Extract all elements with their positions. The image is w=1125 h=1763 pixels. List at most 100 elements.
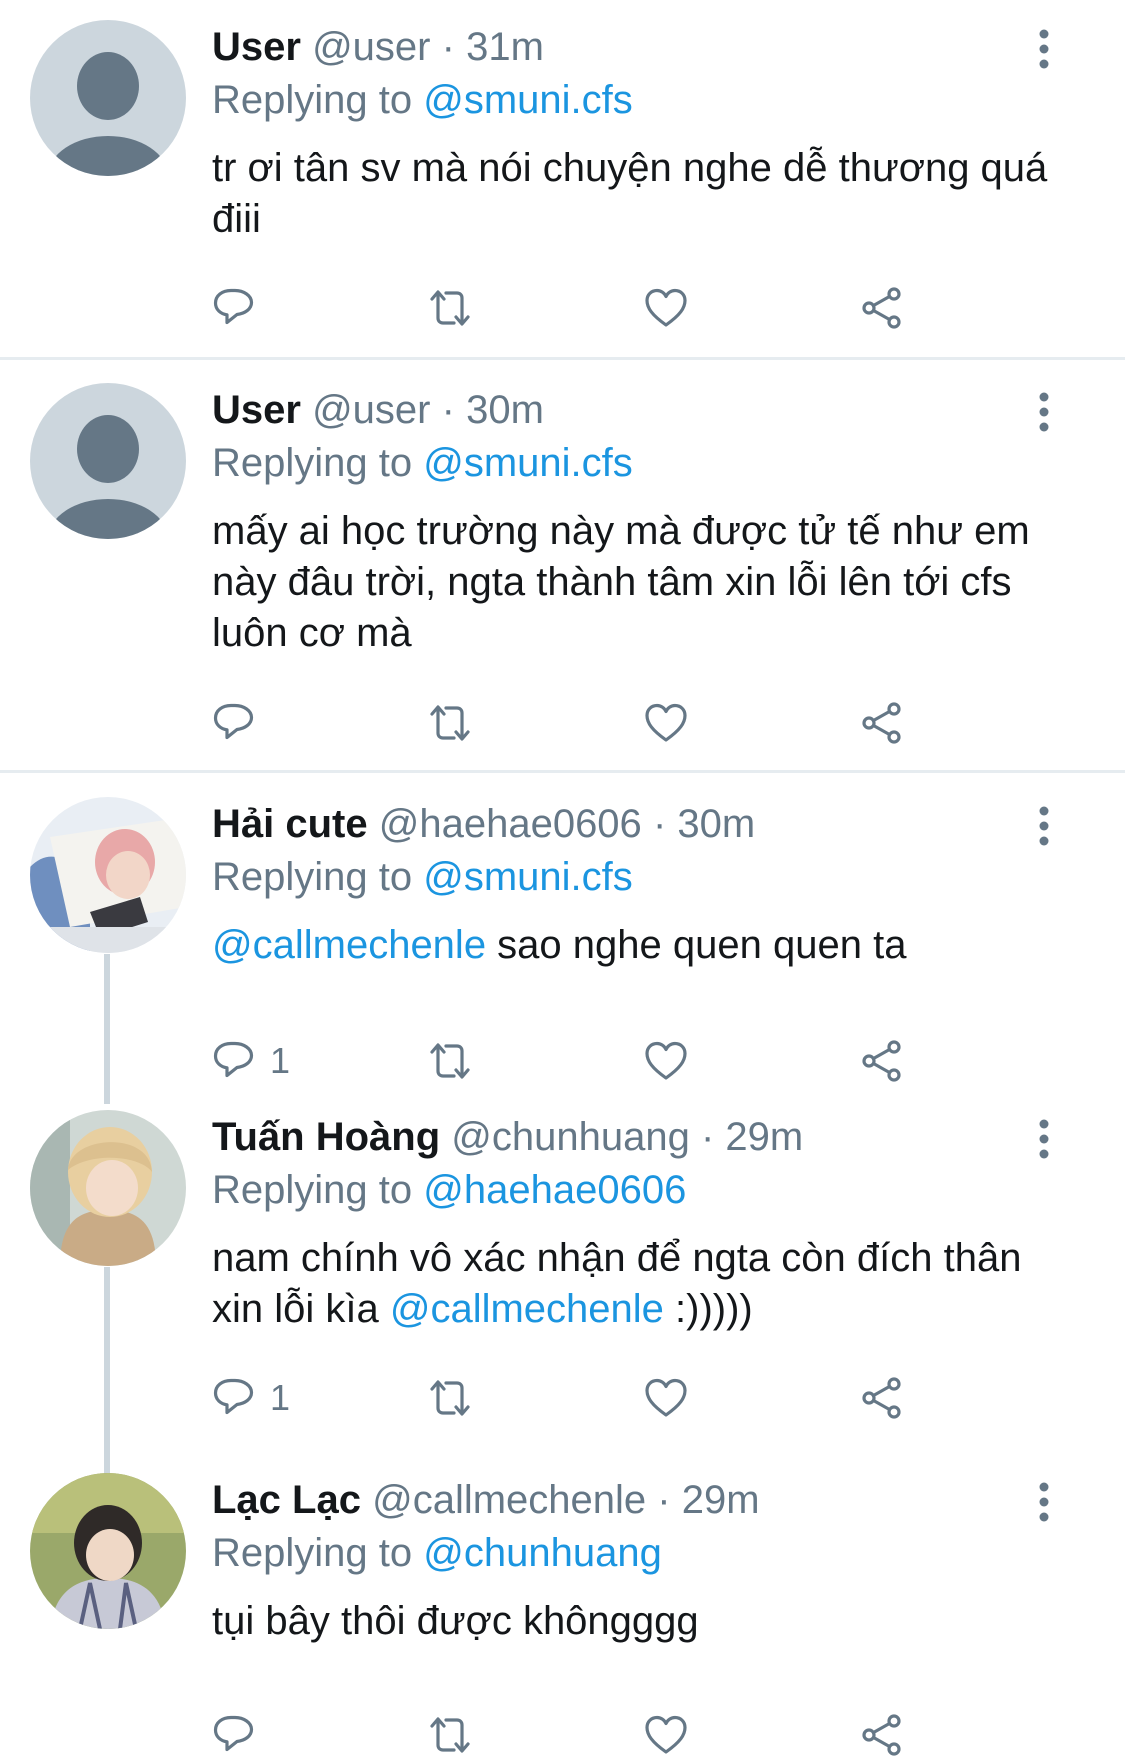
tweet-text: tụi bây thôi được khôngggg	[212, 1599, 699, 1643]
more-icon[interactable]	[1030, 392, 1058, 432]
action-bar: 1	[210, 1033, 930, 1089]
retweet-icon	[430, 1043, 470, 1079]
avatar[interactable]	[30, 383, 186, 539]
replying-to-link[interactable]: @haehae0606	[423, 1168, 686, 1212]
share-icon	[862, 1040, 901, 1082]
reply-button[interactable]	[210, 695, 258, 751]
retweet-icon	[430, 290, 470, 326]
share-button[interactable]	[858, 695, 906, 751]
retweet-button[interactable]	[426, 1370, 474, 1426]
dot-separator: ·	[700, 1115, 715, 1159]
mention-link[interactable]: @callmechenle	[390, 1287, 664, 1331]
like-icon	[645, 1378, 687, 1417]
reply-count: 1	[270, 1040, 291, 1081]
tweet-text: tr ơi tân sv mà nói chuyện nghe dễ thươn…	[212, 146, 1048, 241]
timestamp[interactable]: 31m	[466, 25, 544, 69]
like-button[interactable]	[642, 280, 690, 336]
like-icon	[645, 703, 687, 742]
share-button[interactable]	[858, 1370, 906, 1426]
reply-button[interactable]: 1	[210, 1370, 290, 1426]
more-icon[interactable]	[1030, 1119, 1058, 1159]
avatar[interactable]	[30, 1473, 186, 1629]
like-button[interactable]	[642, 1707, 690, 1763]
like-icon	[645, 1715, 687, 1754]
dot-separator: ·	[441, 388, 455, 432]
tweet-text: mấy ai học trường này mà được tử tế như …	[212, 509, 1030, 655]
tweet-text: @callmechenle sao nghe quen quen ta	[212, 920, 1072, 971]
replying-prefix: Replying to	[212, 1168, 413, 1212]
replying-prefix: Replying to	[212, 855, 413, 899]
dot-separator: ·	[657, 1478, 671, 1522]
replying-to-link[interactable]: @chunhuang	[423, 1531, 662, 1575]
replying-to: Replying to @smuni.cfs	[212, 76, 633, 124]
retweet-icon	[430, 1717, 470, 1753]
thread-line	[104, 1267, 110, 1477]
replying-to: Replying to @chunhuang	[212, 1529, 662, 1577]
reply-icon	[213, 1041, 254, 1078]
handle[interactable]: @haehae0606	[379, 802, 642, 846]
like-button[interactable]	[642, 1033, 690, 1089]
replying-to: Replying to @smuni.cfs	[212, 439, 633, 487]
reply-icon	[213, 1378, 254, 1415]
avatar[interactable]	[30, 1110, 186, 1266]
replying-to-link[interactable]: @smuni.cfs	[423, 78, 633, 122]
mention-link[interactable]: @callmechenle	[212, 923, 486, 967]
like-icon	[645, 288, 687, 327]
tweet-header: Hải cute @haehae0606 · 30m	[212, 800, 755, 848]
display-name[interactable]: Tuấn Hoàng	[212, 1115, 440, 1159]
share-button[interactable]	[858, 1707, 906, 1763]
more-icon[interactable]	[1030, 1482, 1058, 1522]
replying-to-link[interactable]: @smuni.cfs	[423, 855, 633, 899]
retweet-button[interactable]	[426, 1033, 474, 1089]
replying-to: Replying to @smuni.cfs	[212, 853, 633, 901]
handle[interactable]: @user	[312, 25, 430, 69]
timestamp[interactable]: 30m	[677, 802, 755, 846]
reply-icon	[213, 703, 254, 740]
like-button[interactable]	[642, 1370, 690, 1426]
divider	[0, 770, 1125, 773]
retweet-button[interactable]	[426, 1707, 474, 1763]
reply-icon	[213, 1715, 254, 1752]
like-button[interactable]	[642, 695, 690, 751]
display-name[interactable]: User	[212, 25, 301, 69]
retweet-button[interactable]	[426, 280, 474, 336]
reply-button[interactable]	[210, 1707, 258, 1763]
share-icon	[862, 1714, 901, 1756]
timestamp[interactable]: 29m	[725, 1115, 803, 1159]
like-icon	[645, 1041, 687, 1080]
reply-icon	[213, 288, 254, 325]
reply-button[interactable]: 1	[210, 1033, 290, 1089]
action-bar	[210, 1707, 930, 1763]
retweet-button[interactable]	[426, 695, 474, 751]
share-button[interactable]	[858, 1033, 906, 1089]
timestamp[interactable]: 29m	[682, 1478, 760, 1522]
divider	[0, 357, 1125, 360]
display-name[interactable]: User	[212, 388, 301, 432]
dot-separator: ·	[441, 25, 455, 69]
replying-to: Replying to @haehae0606	[212, 1166, 686, 1214]
dot-separator: ·	[652, 802, 667, 846]
share-icon	[862, 1377, 901, 1419]
replying-to-link[interactable]: @smuni.cfs	[423, 441, 633, 485]
reply-count: 1	[270, 1377, 291, 1418]
display-name[interactable]: Lạc Lạc	[212, 1478, 361, 1522]
handle[interactable]: @user	[312, 388, 430, 432]
tweet-header: Lạc Lạc @callmechenle · 29m	[212, 1476, 760, 1524]
more-icon[interactable]	[1030, 29, 1058, 69]
retweet-icon	[430, 1380, 470, 1416]
avatar[interactable]	[30, 797, 186, 953]
retweet-icon	[430, 705, 470, 741]
reply-button[interactable]	[210, 280, 258, 336]
replying-prefix: Replying to	[212, 441, 413, 485]
display-name[interactable]: Hải cute	[212, 802, 368, 846]
share-icon	[862, 287, 901, 329]
timestamp[interactable]: 30m	[466, 388, 544, 432]
more-icon[interactable]	[1030, 806, 1058, 846]
action-bar: 1	[210, 1370, 930, 1426]
handle[interactable]: @chunhuang	[451, 1115, 690, 1159]
handle[interactable]: @callmechenle	[372, 1478, 646, 1522]
tweet-text-tail: :)))))	[663, 1287, 753, 1331]
share-icon	[862, 702, 901, 744]
avatar[interactable]	[30, 20, 186, 176]
share-button[interactable]	[858, 280, 906, 336]
